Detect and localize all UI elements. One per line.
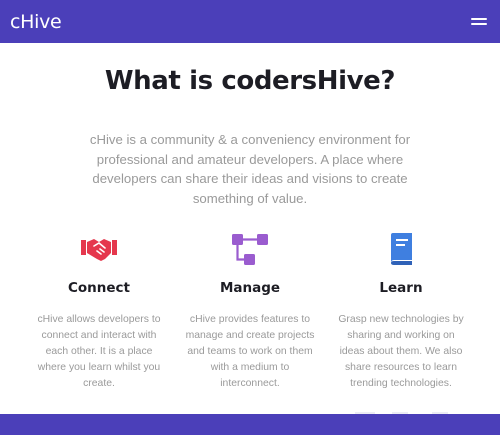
footer [0, 414, 500, 435]
feature-learn: Learn Grasp new technologies by sharing … [336, 232, 466, 392]
feature-description: cHive provides features to manage and cr… [185, 314, 315, 389]
hamburger-icon[interactable] [471, 17, 487, 27]
book-icon [336, 232, 466, 266]
brand-logo[interactable]: cHive [10, 11, 62, 33]
feature-description: cHive allows developers to connect and i… [37, 314, 161, 389]
feature-connect: Connect cHive allows developers to conne… [34, 232, 164, 392]
feature-description: Grasp new technologies by sharing and wo… [338, 314, 464, 389]
feature-title: Manage [219, 280, 281, 296]
workflow-icon [185, 232, 315, 266]
intro-text: cHive is a community & a conveniency env… [89, 132, 411, 206]
navbar: cHive [0, 0, 500, 43]
feature-title: Learn [379, 280, 423, 296]
page-title: What is codersHive? [104, 66, 396, 96]
feature-manage: Manage cHive provides features to manage… [185, 232, 315, 392]
handshake-icon [34, 232, 164, 266]
feature-title: Connect [67, 280, 130, 296]
